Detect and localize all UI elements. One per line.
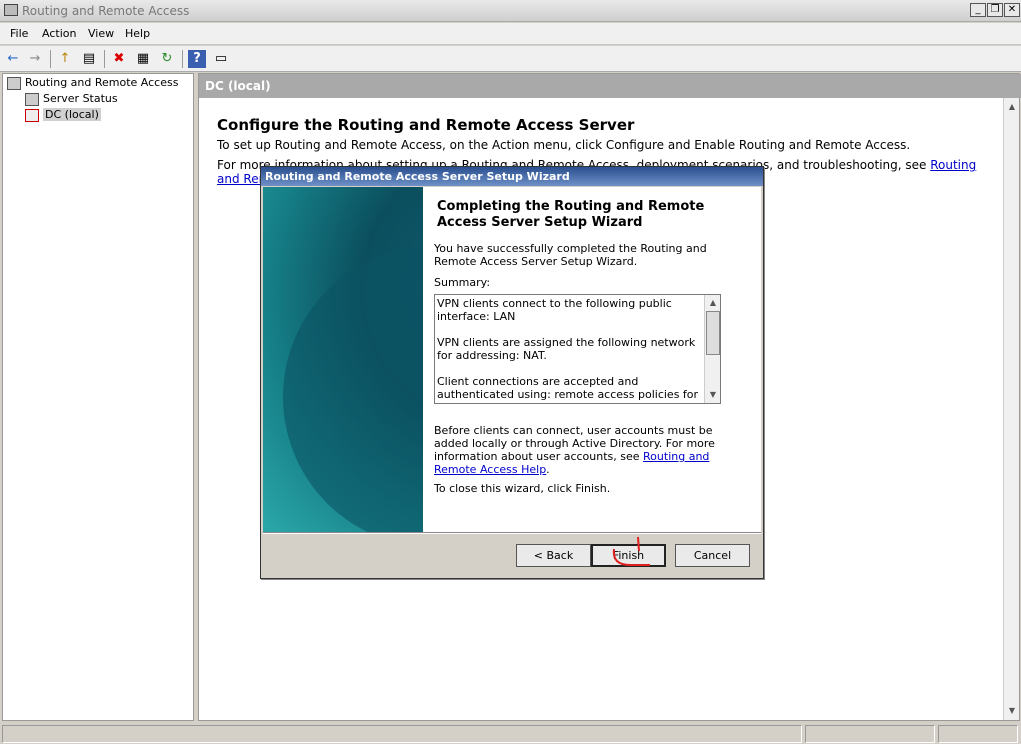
back-arrow-icon[interactable]: ← (4, 50, 22, 68)
summary-line: VPN clients connect to the following pub… (437, 297, 672, 323)
status-panel (2, 725, 802, 743)
wizard-content: Completing the Routing and Remote Access… (423, 187, 761, 532)
menu-action[interactable]: Action (42, 27, 76, 40)
wizard-side-graphic (263, 187, 423, 532)
decorative-swoosh (283, 247, 423, 532)
wizard-title: Routing and Remote Access Server Setup W… (261, 167, 763, 186)
toolbar-separator (182, 50, 183, 68)
status-panel (938, 725, 1018, 743)
status-bar (0, 723, 1021, 744)
summary-line: Client connections are accepted and auth… (437, 375, 699, 403)
tree-pane: Routing and Remote Access Server Status … (2, 73, 194, 721)
wizard-divider (263, 532, 761, 534)
restore-button[interactable]: ❐ (987, 3, 1003, 17)
setup-wizard-dialog: Routing and Remote Access Server Setup W… (260, 166, 764, 579)
scroll-down-icon[interactable]: ▼ (1005, 704, 1019, 718)
server-stopped-icon (25, 108, 39, 122)
toolbar-separator (50, 50, 51, 68)
summary-line: VPN clients are assigned the following n… (437, 336, 696, 362)
cancel-button[interactable]: Cancel (675, 544, 750, 567)
menu-view[interactable]: View (88, 27, 114, 40)
status-panel (805, 725, 935, 743)
window-title: Routing and Remote Access (22, 4, 190, 18)
scroll-up-icon[interactable]: ▲ (706, 296, 720, 310)
wizard-heading: Completing the Routing and Remote Access… (437, 199, 705, 230)
menu-file[interactable]: File (10, 27, 28, 40)
wizard-intro: You have successfully completed the Rout… (434, 242, 707, 268)
menu-bar: File Action View Help (0, 23, 1021, 45)
toolbar: ← → ↑ ▤ ✖ ▦ ↻ ? ▭ (0, 46, 1021, 72)
wizard-close-instruction: To close this wizard, click Finish. (434, 482, 611, 495)
delete-icon[interactable]: ✖ (110, 50, 128, 68)
page-title: Configure the Routing and Remote Access … (217, 116, 635, 134)
help-icon[interactable]: ? (188, 50, 206, 68)
main-header: DC (local) (199, 74, 1021, 98)
toolbar-separator (104, 50, 105, 68)
up-folder-icon[interactable]: ↑ (56, 50, 74, 68)
show-tree-icon[interactable]: ▤ (80, 50, 98, 68)
red-annotation-mark (612, 536, 650, 566)
window-titlebar: Routing and Remote Access _ ❐ ✕ (0, 0, 1021, 22)
console-icon[interactable]: ▭ (212, 50, 230, 68)
wizard-note: Before clients can connect, user account… (434, 424, 715, 476)
scroll-thumb[interactable] (706, 311, 720, 355)
refresh-icon[interactable]: ↻ (158, 50, 176, 68)
close-button[interactable]: ✕ (1004, 3, 1020, 17)
tree-item-dc-local[interactable]: DC (local) (25, 108, 101, 124)
summary-label: Summary: (434, 276, 491, 289)
main-instructions: To set up Routing and Remote Access, on … (217, 138, 911, 152)
back-button[interactable]: < Back (516, 544, 591, 567)
summary-scrollbar[interactable]: ▲ ▼ (704, 295, 720, 403)
summary-textbox[interactable]: VPN clients connect to the following pub… (434, 294, 721, 404)
server-icon (7, 76, 21, 90)
menu-help[interactable]: Help (125, 27, 150, 40)
server-status-icon (25, 92, 39, 106)
tree-item-root[interactable]: Routing and Remote Access (7, 76, 178, 92)
app-icon (4, 4, 18, 16)
properties-icon[interactable]: ▦ (134, 50, 152, 68)
forward-arrow-icon[interactable]: → (26, 50, 44, 68)
scroll-down-icon[interactable]: ▼ (706, 388, 720, 402)
tree-item-server-status[interactable]: Server Status (25, 92, 118, 108)
minimize-button[interactable]: _ (970, 3, 986, 17)
summary-text: VPN clients connect to the following pub… (437, 297, 703, 403)
main-scrollbar[interactable]: ▲ ▼ (1003, 98, 1019, 720)
scroll-up-icon[interactable]: ▲ (1005, 100, 1019, 114)
